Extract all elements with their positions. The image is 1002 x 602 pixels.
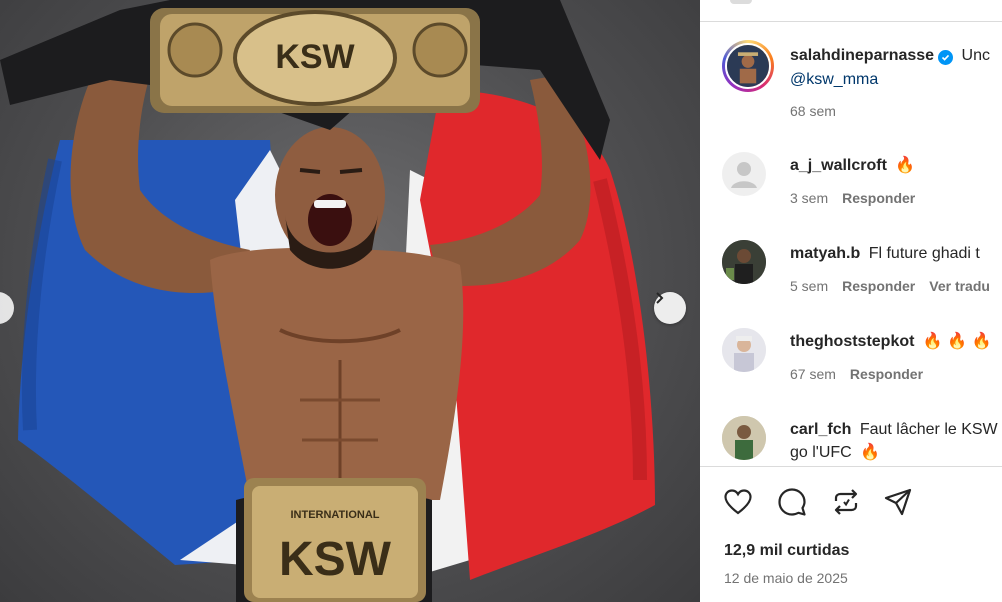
comment-time: 3 sem [790, 190, 829, 206]
comment-avatar[interactable] [722, 240, 766, 284]
fire-emoji: 🔥 [895, 157, 916, 174]
heart-icon [724, 489, 752, 515]
caption-mention-link[interactable]: @ksw_mma [790, 69, 878, 91]
post-side-panel: salahdineparnasse Unc @ksw_mma 68 sem a_… [700, 0, 1002, 602]
comment-username[interactable]: theghoststepkot [790, 333, 914, 350]
caption-time: 68 sem [790, 103, 836, 119]
carousel-next-button[interactable] [654, 292, 686, 324]
comment-username[interactable]: carl_fch [790, 421, 851, 438]
comment-time: 67 sem [790, 366, 836, 382]
top-belt-text: KSW [275, 38, 355, 76]
author-username[interactable]: salahdineparnasse [790, 47, 934, 64]
comment-item: a_j_wallcroft 🔥 3 sem Responder [722, 152, 1002, 216]
comment-text: Fl future ghadi t [868, 245, 980, 262]
comment-time: 5 sem [790, 278, 829, 294]
comment-item: carl_fch Faut lâcher le KSW go l'UFC 🔥 [722, 416, 1002, 466]
comment-text-line2: go l'UFC [790, 444, 852, 461]
comment-icon [778, 488, 806, 516]
comment-text: Faut lâcher le KSW [859, 421, 998, 438]
comment-item: theghoststepkot 🔥 🔥 🔥 67 sem Responder [722, 328, 1002, 392]
comment-avatar[interactable] [722, 328, 766, 372]
author-avatar-photo [725, 43, 771, 89]
divider [700, 466, 1002, 467]
divider [700, 21, 1002, 22]
bottom-belt-label: INTERNATIONAL [290, 509, 379, 521]
repost-button[interactable] [830, 486, 862, 518]
see-translation-button[interactable]: Ver tradu [929, 278, 990, 294]
comment-username[interactable]: matyah.b [790, 245, 860, 262]
bottom-belt-text: KSW [279, 533, 392, 586]
share-button[interactable] [882, 486, 914, 518]
fire-emoji: 🔥 [860, 444, 881, 461]
likes-count[interactable]: 12,9 mil curtidas [724, 542, 849, 560]
send-icon [884, 488, 912, 516]
author-avatar[interactable] [722, 40, 774, 92]
caption-block: salahdineparnasse Unc @ksw_mma 68 sem [722, 40, 1002, 130]
default-avatar-icon[interactable] [722, 152, 766, 196]
reply-button[interactable]: Responder [842, 190, 915, 206]
caption-text: Unc [961, 47, 990, 64]
post-date: 12 de maio de 2025 [724, 570, 848, 586]
repost-icon [834, 489, 858, 515]
post-media[interactable]: KSW INTERNATIONAL KSW [0, 0, 700, 602]
chevron-right-icon [656, 292, 664, 304]
comment-item: matyah.b Fl future ghadi t 5 sem Responde… [722, 240, 1002, 304]
like-button[interactable] [722, 486, 754, 518]
reply-button[interactable]: Responder [850, 366, 923, 382]
comment-username[interactable]: a_j_wallcroft [790, 157, 887, 174]
header-avatar-peek [730, 0, 752, 4]
fire-emoji: 🔥 🔥 🔥 [922, 333, 992, 350]
reply-button[interactable]: Responder [842, 278, 915, 294]
comment-button[interactable] [776, 486, 808, 518]
post-photo: KSW INTERNATIONAL KSW [0, 0, 655, 602]
verified-badge-icon [938, 50, 954, 65]
comment-avatar[interactable] [722, 416, 766, 460]
